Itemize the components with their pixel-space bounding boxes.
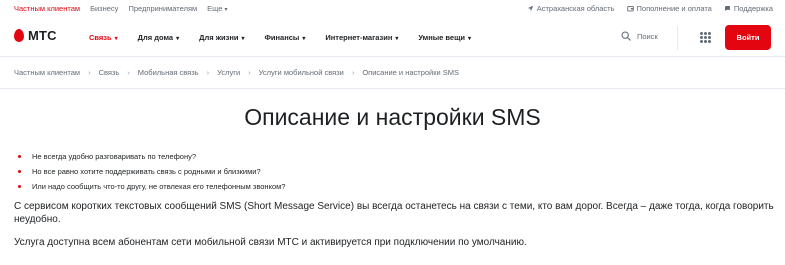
region-label: Астраханская область — [536, 4, 615, 13]
header-divider — [0, 56, 785, 57]
nav-item-for-home[interactable]: Для дома ▾ — [138, 33, 179, 42]
breadcrumb-services[interactable]: Услуги — [217, 68, 240, 77]
mts-logo[interactable]: МТС — [14, 28, 57, 43]
intro-bullet-list: Не всегда удобно разговаривать по телефо… — [18, 152, 285, 197]
search-icon — [621, 31, 631, 41]
breadcrumb: Частным клиентам › Связь › Мобильная свя… — [14, 68, 459, 77]
chevron-down-icon: ▾ — [114, 36, 118, 42]
mts-egg-logo-icon — [14, 29, 24, 42]
nav-item-svyaz[interactable]: Связь ▾ — [89, 33, 118, 42]
list-item: Или надо сообщить что-то другу, не отвле… — [18, 182, 285, 197]
nav-item-for-life[interactable]: Для жизни ▾ — [199, 33, 244, 42]
breadcrumb-mobile[interactable]: Мобильная связь — [138, 68, 199, 77]
support-label: Поддержка — [733, 4, 773, 13]
segment-more[interactable]: Еще ▾ — [207, 4, 227, 13]
breadcrumb-divider — [0, 88, 785, 89]
chevron-down-icon: ▾ — [241, 36, 245, 42]
segment-business[interactable]: Бизнесу — [90, 4, 118, 13]
nav-item-label: Финансы — [264, 33, 300, 42]
nav-item-label: Связь — [89, 33, 112, 42]
chevron-down-icon: ▾ — [468, 36, 472, 42]
chevron-down-icon: ▾ — [224, 7, 228, 13]
nav-item-finance[interactable]: Финансы ▾ — [265, 33, 306, 42]
list-item: Не всегда удобно разговаривать по телефо… — [18, 152, 285, 167]
nav-item-label: Умные вещи — [418, 33, 466, 42]
page-title: Описание и настройки SMS — [244, 104, 541, 130]
utility-links: Астраханская область Пополнение и оплата… — [527, 4, 773, 13]
apps-grid-icon[interactable] — [700, 32, 711, 43]
breadcrumb-svyaz[interactable]: Связь — [99, 68, 120, 77]
breadcrumb-separator-icon: › — [206, 68, 210, 77]
breadcrumb-mobile-services[interactable]: Услуги мобильной связи — [259, 68, 344, 77]
payment-label: Пополнение и оплата — [636, 4, 712, 13]
breadcrumb-private-clients[interactable]: Частным клиентам — [14, 68, 80, 77]
chevron-down-icon: ▾ — [395, 36, 399, 42]
segment-entrepreneurs[interactable]: Предпринимателям — [128, 4, 197, 13]
breadcrumb-current: Описание и настройки SMS — [362, 68, 460, 77]
segment-private-clients[interactable]: Частным клиентам — [14, 4, 80, 13]
search-label: Поиск — [637, 31, 658, 41]
location-icon — [527, 5, 534, 12]
chevron-down-icon: ▾ — [302, 36, 306, 42]
region-link[interactable]: Астраханская область — [527, 4, 615, 13]
top-utility-bar: Частным клиентам Бизнесу Предпринимателя… — [0, 0, 785, 18]
nav-menu: Связь ▾ Для дома ▾ Для жизни ▾ Финансы ▾ Инт… — [89, 33, 471, 42]
breadcrumb-separator-icon: › — [248, 68, 251, 77]
wallet-icon — [626, 5, 634, 12]
description-paragraph: С сервисом коротких текстовых сообщений … — [14, 201, 774, 225]
chevron-down-icon: ▾ — [176, 36, 180, 42]
support-icon — [724, 6, 730, 11]
breadcrumb-separator-icon: › — [127, 68, 130, 77]
breadcrumb-separator-icon: › — [351, 68, 355, 77]
main-navigation: МТС Связь ▾ Для дома ▾ Для жизни ▾ Финансы ▾… — [0, 22, 785, 54]
nav-item-label: Для дома — [137, 33, 174, 42]
list-item: Но все равно хотите поддерживать связь с… — [18, 167, 285, 182]
logo-text: МТС — [28, 28, 57, 43]
nav-item-label: Интернет-магазин — [325, 33, 393, 42]
login-button[interactable]: Войти — [725, 25, 771, 50]
nav-item-label: Для жизни — [199, 33, 239, 42]
payment-link[interactable]: Пополнение и оплата — [626, 4, 712, 13]
nav-item-online-shop[interactable]: Интернет-магазин ▾ — [325, 33, 398, 42]
nav-item-smart-things[interactable]: Умные вещи ▾ — [418, 33, 471, 42]
support-link[interactable]: Поддержка — [724, 4, 773, 13]
nav-divider — [677, 26, 678, 50]
search-button[interactable]: Поиск — [621, 31, 658, 41]
audience-segments: Частным клиентам Бизнесу Предпринимателя… — [14, 4, 227, 13]
breadcrumb-separator-icon: › — [88, 68, 91, 77]
segment-more-label: Еще — [207, 4, 223, 13]
availability-paragraph: Услуга доступна всем абонентам сети моби… — [14, 237, 527, 248]
